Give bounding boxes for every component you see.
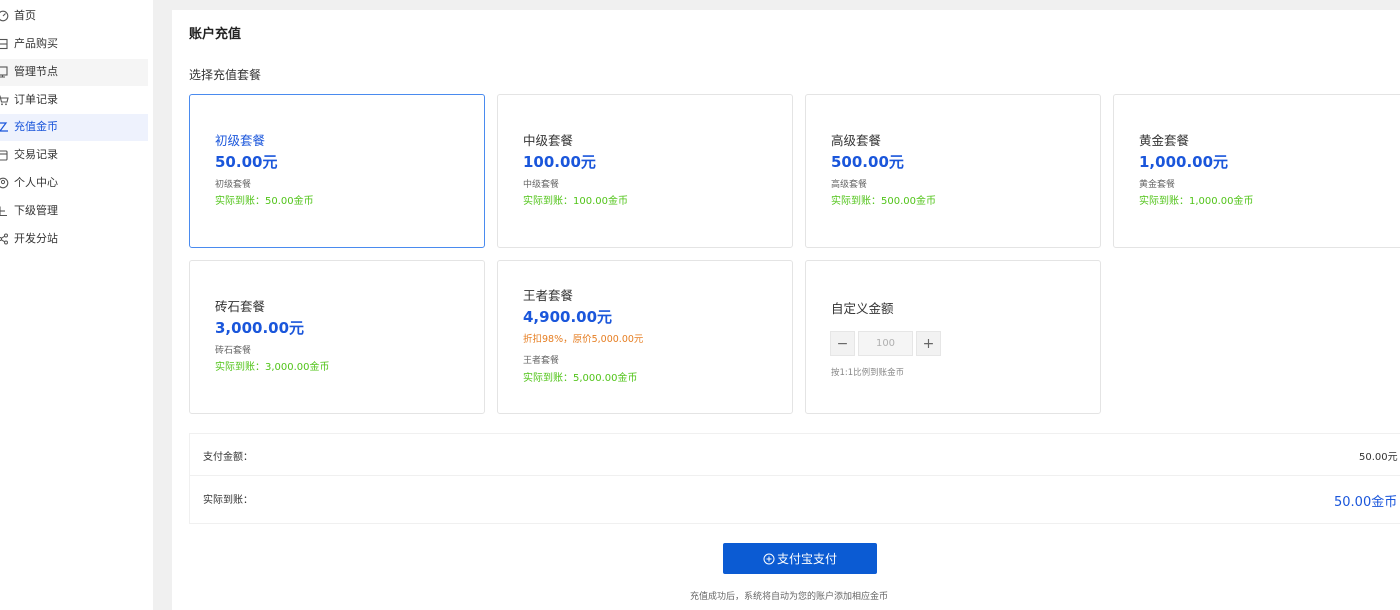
share-icon (0, 233, 9, 245)
pay-amount-label: 支付金额： (203, 452, 253, 463)
sidebar-item-profile[interactable]: 个人中心 (0, 170, 148, 197)
package-discount: 折扣98%，原价5,000.00元 (523, 334, 644, 345)
actual-amount-row: 实际到账： 50.00金币 (190, 476, 1400, 525)
sidebar-item-transactions[interactable]: 交易记录 (0, 142, 148, 169)
package-actual: 实际到账：50.00金币 (215, 196, 314, 207)
transaction-icon (0, 149, 9, 161)
package-subtitle: 黄金套餐 (1139, 180, 1176, 190)
product-icon (0, 38, 9, 50)
sidebar-item-label: 下级管理 (14, 204, 58, 217)
sidebar-item-home[interactable]: 首页 (0, 3, 148, 30)
dashboard-icon (0, 10, 9, 22)
pay-amount-value: 50.00元 (1359, 452, 1398, 463)
sidebar: 首页 产品购买 管理节点 订单记录 充值金币 交易记录 个人中心 下级管理 开发… (0, 0, 153, 610)
package-subtitle: 高级套餐 (831, 180, 868, 190)
sidebar-item-nodes[interactable]: 管理节点 (0, 59, 148, 86)
amount-input[interactable]: 100 (858, 331, 913, 356)
package-subtitle: 砖石套餐 (215, 346, 252, 356)
package-name: 初级套餐 (215, 133, 266, 148)
sidebar-item-label: 首页 (14, 9, 36, 22)
sidebar-item-label: 个人中心 (14, 176, 58, 189)
package-actual: 实际到账：3,000.00金币 (215, 362, 330, 373)
package-actual: 实际到账：100.00金币 (523, 196, 628, 207)
alipay-button[interactable]: 支付宝支付 (723, 543, 877, 574)
package-actual: 实际到账：1,000.00金币 (1139, 196, 1254, 207)
recharge-icon (0, 121, 9, 133)
custom-amount-title: 自定义金额 (831, 301, 894, 316)
package-name: 黄金套餐 (1139, 133, 1190, 148)
package-actual: 实际到账：5,000.00金币 (523, 373, 638, 384)
package-card-basic[interactable]: 初级套餐 50.00元 初级套餐 实际到账：50.00金币 (189, 94, 485, 248)
sidebar-item-label: 充值金币 (14, 120, 58, 133)
sidebar-item-substation[interactable]: 开发分站 (0, 226, 148, 253)
cart-icon (0, 94, 9, 106)
actual-amount-value: 50.00金币 (1334, 495, 1398, 510)
payment-summary: 支付金额： 50.00元 实际到账： 50.00金币 (189, 433, 1400, 524)
package-card-custom[interactable]: 自定义金额 − 100 + 按1:1比例到账金币 (805, 260, 1101, 414)
pay-amount-row: 支付金额： 50.00元 (190, 434, 1400, 476)
sidebar-item-label: 交易记录 (14, 148, 58, 161)
package-price: 3,000.00元 (215, 319, 305, 337)
package-price: 1,000.00元 (1139, 153, 1229, 171)
package-name: 砖石套餐 (215, 299, 266, 314)
package-card-advanced[interactable]: 高级套餐 500.00元 高级套餐 实际到账：500.00金币 (805, 94, 1101, 248)
custom-amount-note: 按1:1比例到账金币 (831, 368, 905, 378)
amount-stepper: − 100 + (830, 331, 941, 356)
page-title: 账户充值 (189, 27, 242, 42)
package-price: 50.00元 (215, 153, 278, 171)
sidebar-item-label: 管理节点 (14, 65, 58, 78)
user-icon (0, 177, 9, 189)
plus-circle-icon (763, 553, 775, 565)
package-subtitle: 王者套餐 (523, 356, 560, 366)
package-subtitle: 中级套餐 (523, 180, 560, 190)
package-card-king[interactable]: 王者套餐 4,900.00元 折扣98%，原价5,000.00元 王者套餐 实际… (497, 260, 793, 414)
package-card-medium[interactable]: 中级套餐 100.00元 中级套餐 实际到账：100.00金币 (497, 94, 793, 248)
package-actual: 实际到账：500.00金币 (831, 196, 936, 207)
package-price: 4,900.00元 (523, 308, 613, 326)
package-name: 高级套餐 (831, 133, 882, 148)
subordinate-icon (0, 205, 9, 217)
section-title: 选择充值套餐 (189, 68, 262, 82)
plus-button[interactable]: + (916, 331, 941, 356)
sidebar-item-label: 产品购买 (14, 37, 58, 50)
pay-note: 充值成功后，系统将自动为您的账户添加相应金币 (690, 592, 889, 602)
minus-button[interactable]: − (830, 331, 855, 356)
alipay-button-label: 支付宝支付 (776, 552, 837, 566)
package-card-diamond[interactable]: 砖石套餐 3,000.00元 砖石套餐 实际到账：3,000.00金币 (189, 260, 485, 414)
node-icon (0, 66, 9, 78)
package-price: 100.00元 (523, 153, 596, 171)
actual-amount-label: 实际到账： (203, 495, 253, 506)
package-name: 王者套餐 (523, 288, 574, 303)
sidebar-item-label: 订单记录 (14, 93, 58, 106)
package-price: 500.00元 (831, 153, 904, 171)
sidebar-item-label: 开发分站 (14, 232, 58, 245)
package-name: 中级套餐 (523, 133, 574, 148)
package-card-gold[interactable]: 黄金套餐 1,000.00元 黄金套餐 实际到账：1,000.00金币 (1113, 94, 1400, 248)
sidebar-item-subordinates[interactable]: 下级管理 (0, 198, 148, 225)
main-panel: 账户充值 选择充值套餐 初级套餐 50.00元 初级套餐 实际到账：50.00金… (172, 10, 1400, 610)
sidebar-item-product[interactable]: 产品购买 (0, 31, 148, 58)
sidebar-item-orders[interactable]: 订单记录 (0, 87, 148, 114)
package-subtitle: 初级套餐 (215, 180, 252, 190)
sidebar-item-recharge[interactable]: 充值金币 (0, 114, 148, 141)
